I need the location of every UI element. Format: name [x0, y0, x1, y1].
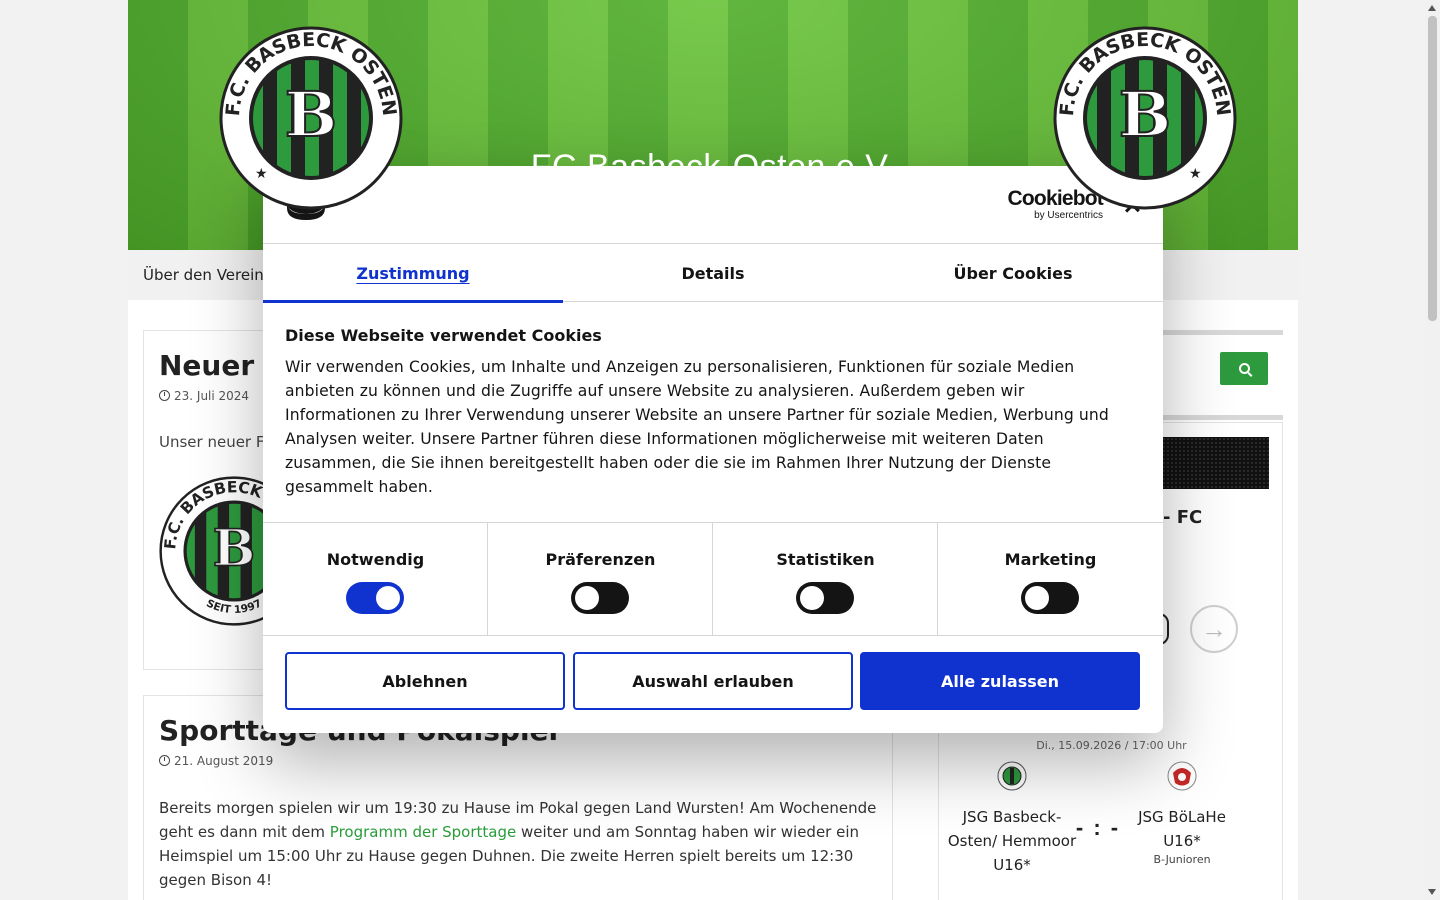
praeferenzen-toggle[interactable] — [571, 582, 629, 614]
post-body: Bereits morgen spielen wir um 19:30 zu H… — [159, 799, 877, 889]
category-praeferenzen: Präferenzen — [488, 523, 713, 635]
clock-icon — [159, 390, 170, 401]
consent-categories: Notwendig Präferenzen Statistiken Market… — [263, 522, 1163, 636]
category-label: Präferenzen — [545, 550, 656, 569]
category-label: Notwendig — [326, 550, 425, 569]
nav-item-ueber-den-verein[interactable]: Über den Verein — [143, 266, 264, 284]
allow-selection-button[interactable]: Auswahl erlauben — [573, 652, 853, 710]
tab-ueber-cookies[interactable]: Über Cookies — [863, 244, 1163, 302]
cookie-consent-dialog: Cookiebot by Usercentrics Zustimmung Det… — [263, 166, 1163, 733]
marketing-toggle[interactable] — [1021, 582, 1079, 614]
league-label: B-Junioren — [1153, 853, 1211, 866]
category-statistiken: Statistiken — [713, 523, 938, 635]
post-date: 21. August 2019 — [159, 754, 273, 768]
post-excerpt: Unser neuer Fa — [159, 433, 273, 451]
tab-details[interactable]: Details — [563, 244, 863, 302]
search-button[interactable] — [1220, 352, 1268, 385]
dialog-description: Wir verwenden Cookies, um Inhalte und An… — [285, 358, 1109, 496]
site-title[interactable]: FC Basbeck-Osten e.V. — [128, 148, 1298, 187]
page-scrollbar[interactable] — [1425, 0, 1440, 900]
clock-icon — [159, 755, 170, 766]
notwendig-toggle[interactable] — [346, 582, 404, 614]
category-marketing: Marketing — [938, 523, 1163, 635]
dialog-heading: Diese Webseite verwendet Cookies — [285, 326, 602, 345]
scroll-up-icon[interactable] — [1428, 5, 1436, 11]
scroll-thumb[interactable] — [1428, 16, 1437, 321]
decline-button[interactable]: Ablehnen — [285, 652, 565, 710]
widget-title: - FC — [1163, 507, 1203, 528]
match-date: Di., 15.09.2026 / 17:00 Uhr — [1036, 739, 1187, 752]
svg-text:B: B — [1119, 78, 1171, 151]
category-notwendig: Notwendig — [263, 523, 488, 635]
tab-zustimmung[interactable]: Zustimmung — [263, 244, 563, 303]
away-team-name[interactable]: JSG BöLaHe U16* — [1117, 805, 1247, 853]
category-label: Marketing — [1004, 550, 1097, 569]
next-arrow-button[interactable]: → — [1190, 605, 1238, 653]
post-date: 23. Juli 2024 — [159, 389, 249, 403]
svg-text:B: B — [285, 78, 337, 151]
sporttage-link[interactable]: Programm der Sporttage — [330, 823, 516, 841]
search-icon — [1238, 363, 1250, 374]
away-team-logo — [1167, 761, 1197, 791]
allow-all-button[interactable]: Alle zulassen — [860, 652, 1140, 710]
scroll-down-icon[interactable] — [1428, 889, 1436, 895]
svg-text:B: B — [213, 519, 256, 578]
home-team-name[interactable]: JSG Basbeck-Osten/ Hemmoor U16* — [947, 805, 1077, 877]
category-label: Statistiken — [776, 550, 875, 569]
home-team-logo — [997, 761, 1027, 791]
statistiken-toggle[interactable] — [796, 582, 854, 614]
match-score: - : - — [1075, 815, 1121, 840]
dialog-tabs: Zustimmung Details Über Cookies — [263, 244, 1163, 303]
